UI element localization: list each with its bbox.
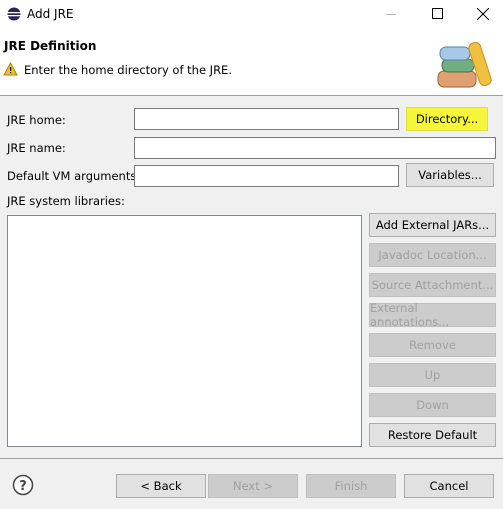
jre-home-input[interactable] [134, 108, 399, 130]
jre-name-label: JRE name: [7, 141, 66, 155]
vm-args-label: Default VM arguments: [7, 169, 141, 183]
javadoc-location-button[interactable]: Javadoc Location... [369, 243, 496, 267]
remove-button[interactable]: Remove [369, 333, 496, 357]
vm-args-input[interactable] [134, 165, 399, 187]
up-button[interactable]: Up [369, 363, 496, 387]
help-icon[interactable]: ? [12, 474, 34, 496]
page-title: JRE Definition [4, 39, 97, 53]
cancel-button[interactable]: Cancel [404, 474, 494, 498]
eclipse-icon [7, 7, 21, 21]
jre-home-label: JRE home: [7, 113, 66, 127]
svg-text:?: ? [19, 479, 27, 494]
wizard-header: JRE Definition Enter the home directory … [0, 29, 503, 96]
window-title: Add JRE [27, 7, 74, 21]
close-button[interactable] [477, 8, 489, 20]
next-button[interactable]: Next > [208, 474, 298, 498]
jre-name-input[interactable] [134, 137, 496, 159]
down-button[interactable]: Down [369, 393, 496, 417]
directory-button[interactable]: Directory... [406, 107, 488, 131]
external-annotations-button[interactable]: External annotations... [369, 301, 496, 329]
library-books-icon [437, 42, 492, 88]
variables-button[interactable]: Variables... [406, 163, 494, 187]
restore-default-button[interactable]: Restore Default [369, 423, 496, 447]
footer-separator [0, 458, 503, 459]
warning-icon [3, 62, 18, 76]
add-external-jars-button[interactable]: Add External JARs... [369, 213, 496, 237]
libraries-list[interactable] [7, 215, 362, 447]
libraries-label: JRE system libraries: [7, 194, 125, 208]
back-button[interactable]: < Back [116, 474, 206, 498]
title-bar: Add JRE [0, 0, 503, 29]
minimize-button[interactable] [386, 14, 396, 15]
header-message: Enter the home directory of the JRE. [24, 63, 232, 77]
source-attachment-button[interactable]: Source Attachment... [369, 273, 496, 297]
finish-button[interactable]: Finish [306, 474, 396, 498]
maximize-button[interactable] [432, 8, 443, 19]
